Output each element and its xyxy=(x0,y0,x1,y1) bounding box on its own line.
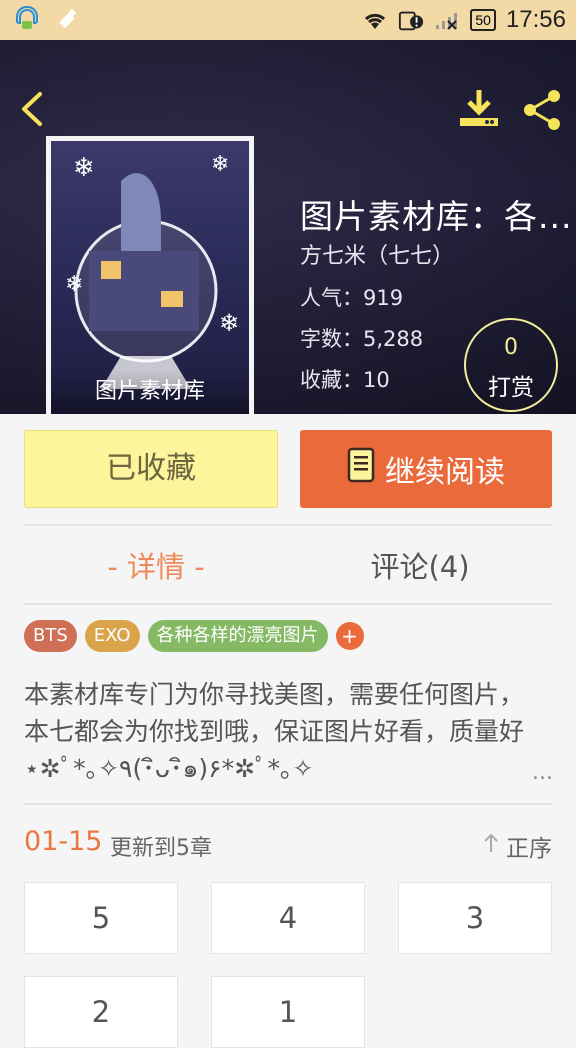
divider xyxy=(24,803,552,805)
battery-icon: 50 xyxy=(470,9,496,31)
sort-toggle[interactable]: 正序 xyxy=(482,829,552,863)
expand-description-button[interactable]: ... xyxy=(532,760,553,785)
usb-icon xyxy=(54,6,80,32)
status-time: 17:56 xyxy=(505,6,566,33)
chapter-button[interactable]: 2 xyxy=(24,976,178,1048)
arrow-up-icon xyxy=(482,832,500,860)
svg-text:❄: ❄ xyxy=(65,272,83,297)
chapter-button[interactable]: 3 xyxy=(398,882,552,954)
tag-list: BTS EXO 各种各样的漂亮图片 + xyxy=(24,620,364,652)
sort-label: 正序 xyxy=(506,836,552,862)
signal-icon xyxy=(434,7,460,33)
popularity-stat: 人气：919 xyxy=(300,286,404,310)
book-header: ❄ ❄ ❄ ❄ 图片素材库 图片素材库：各... 方七米（七七） 人气：919 … xyxy=(0,40,576,414)
chapter-button[interactable]: 1 xyxy=(211,976,365,1048)
book-author[interactable]: 方七米（七七） xyxy=(300,238,454,270)
svg-text:❄: ❄ xyxy=(219,309,239,337)
book-description: 本素材库专门为你寻找美图，需要任何图片，本七都会为你找到哦，保证图片好看，质量好… xyxy=(24,680,525,783)
divider xyxy=(24,603,552,605)
reward-count: 0 xyxy=(504,335,518,360)
chapter-update-status: 更新到5章 xyxy=(110,836,212,861)
favorites-stat: 收藏：10 xyxy=(300,368,390,392)
tag-item[interactable]: BTS xyxy=(24,620,77,652)
svg-text:❄: ❄ xyxy=(73,153,95,183)
continue-reading-label: 继续阅读 xyxy=(385,455,505,490)
back-icon[interactable] xyxy=(14,88,54,130)
tag-item[interactable]: 各种各样的漂亮图片 xyxy=(147,620,328,652)
status-bar: 50 17:56 xyxy=(0,0,576,40)
continue-reading-button[interactable]: 继续阅读 xyxy=(300,430,552,508)
reward-label: 打赏 xyxy=(488,375,534,401)
svg-text:❄: ❄ xyxy=(211,152,229,177)
word-count-stat: 字数：5,288 xyxy=(300,327,424,351)
reward-button[interactable]: 0 打赏 xyxy=(464,318,558,412)
book-cover[interactable]: ❄ ❄ ❄ ❄ 图片素材库 xyxy=(46,136,254,414)
chapter-button[interactable]: 5 xyxy=(24,882,178,954)
cover-title: 图片素材库 xyxy=(51,370,249,414)
book-icon xyxy=(347,447,377,491)
add-tag-button[interactable]: + xyxy=(335,622,364,650)
wifi-icon xyxy=(362,7,388,33)
collected-button[interactable]: 已收藏 xyxy=(24,430,278,508)
book-title: 图片素材库：各... xyxy=(300,197,573,236)
download-icon[interactable] xyxy=(456,86,502,130)
notification-assistant-icon xyxy=(14,5,40,32)
tab-comments[interactable]: 评论(4) xyxy=(288,544,552,586)
chapter-button[interactable]: 4 xyxy=(211,882,365,954)
tag-item[interactable]: EXO xyxy=(84,620,140,652)
divider xyxy=(24,524,552,526)
chapter-range: 01-15 xyxy=(24,826,103,857)
share-icon[interactable] xyxy=(520,88,566,132)
sim-alert-icon xyxy=(398,7,424,33)
tab-detail[interactable]: - 详情 - xyxy=(24,544,288,586)
